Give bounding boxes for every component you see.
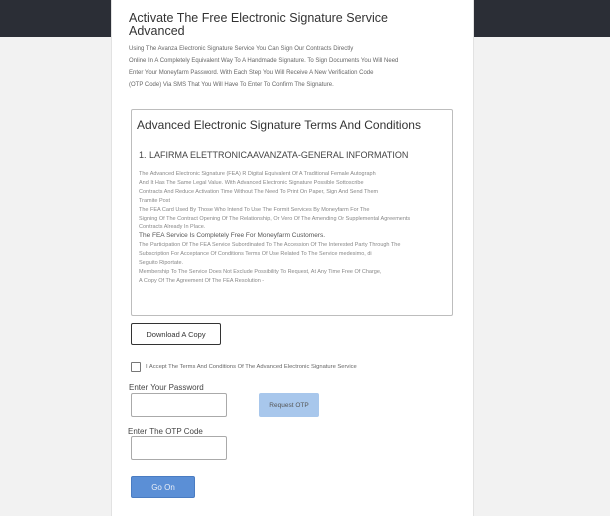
- accept-terms-row: I Accept The Terms And Conditions Of The…: [131, 362, 357, 372]
- intro-line: (OTP Code) Via SMS That You Will Have To…: [129, 82, 334, 88]
- intro-text: Using The Avanza Electronic Signature Se…: [129, 43, 449, 91]
- accept-terms-checkbox[interactable]: [131, 362, 141, 372]
- download-copy-button[interactable]: Download A Copy: [131, 323, 221, 345]
- intro-line: Using The Avanza Electronic Signature Se…: [129, 46, 354, 52]
- terms-title: Advanced Electronic Signature Terms And …: [137, 118, 421, 132]
- terms-paragraph-line: A Copy Of The Agreement Of The FEA Resol…: [139, 277, 265, 284]
- terms-paragraph-line: Seguito Riportate.: [139, 260, 184, 267]
- terms-paragraph-line: Subscription For Acceptance Of Condition…: [139, 251, 372, 258]
- terms-paragraph-line: Tramite Post: [139, 197, 170, 204]
- password-label: Enter Your Password: [129, 383, 204, 392]
- terms-paragraph-line: And It Has The Same Legal Value. With Ad…: [139, 179, 364, 186]
- terms-paragraph-line: Signing Of The Contract Opening Of The R…: [139, 215, 411, 222]
- otp-field[interactable]: [131, 436, 227, 460]
- terms-paragraph-line: The FEA Service Is Completely Free For M…: [139, 232, 326, 240]
- otp-label: Enter The OTP Code: [128, 427, 203, 436]
- signature-panel: Activate The Free Electronic Signature S…: [111, 0, 474, 516]
- terms-paragraph-line: Membership To The Service Does Not Exclu…: [139, 268, 382, 275]
- go-on-button[interactable]: Go On: [131, 476, 195, 498]
- intro-line: Enter Your Moneyfarm Password. With Each…: [129, 70, 374, 76]
- terms-scroll-box[interactable]: Advanced Electronic Signature Terms And …: [131, 109, 453, 316]
- password-field[interactable]: [131, 393, 227, 417]
- terms-paragraph-line: Contracts Already In Place.: [139, 224, 206, 231]
- page-title: Activate The Free Electronic Signature S…: [129, 12, 388, 38]
- terms-body: The Advanced Electronic Signature (FEA) …: [139, 170, 447, 286]
- terms-paragraph-line: The Advanced Electronic Signature (FEA) …: [139, 171, 376, 177]
- terms-paragraph-line: The FEA Card Used By Those Who Intend To…: [139, 206, 370, 213]
- intro-line: Online In A Completely Equivalent Way To…: [129, 58, 399, 64]
- terms-paragraph-line: The Participation Of The FEA Service Sub…: [139, 242, 401, 249]
- terms-paragraph-line: Contracts And Reduce Activation Time Wit…: [139, 188, 379, 195]
- request-otp-button[interactable]: Request OTP: [259, 393, 319, 417]
- terms-section-heading: 1. LAFIRMA ELETTRONICAAVANZATA-GENERAL I…: [139, 150, 409, 160]
- accept-terms-label: I Accept The Terms And Conditions Of The…: [146, 364, 357, 370]
